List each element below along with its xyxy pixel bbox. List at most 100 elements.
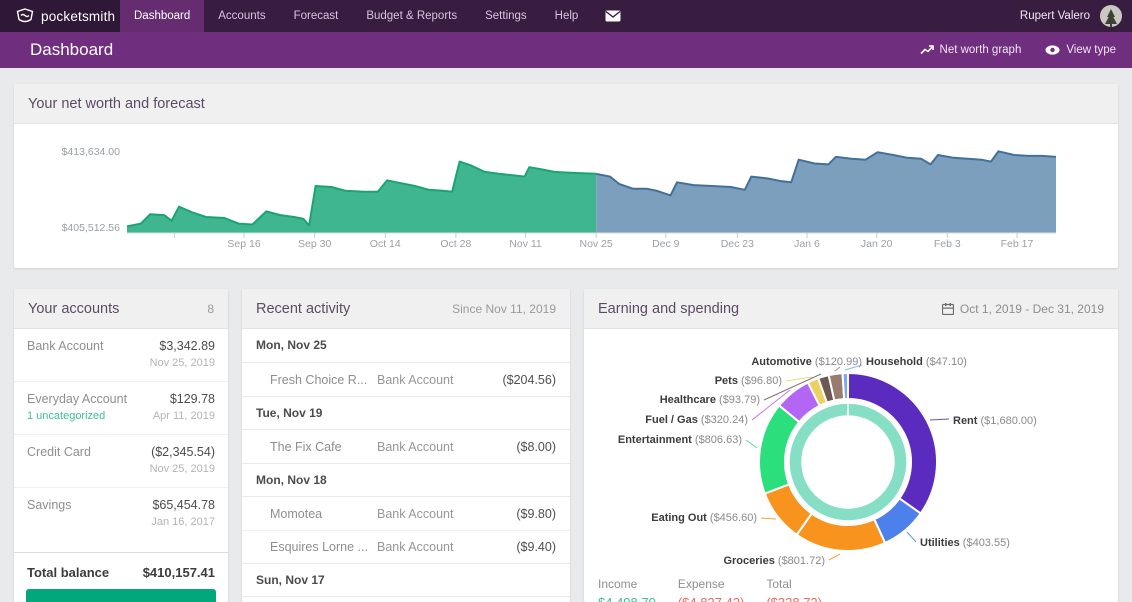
account-row[interactable]: Everyday Account $129.78 1 uncategorized Ap… (14, 382, 228, 435)
income-ring-segment[interactable] (789, 403, 907, 521)
transaction-account: Bank Account (375, 373, 502, 387)
page-header: Dashboard Net worth graph View type (0, 32, 1132, 68)
transaction-amount: ($8.00) (516, 440, 556, 454)
transaction-amount: ($204.56) (502, 373, 556, 387)
total-balance-label: Total balance (27, 565, 109, 580)
calendar-icon (942, 303, 954, 315)
nav-tabs: DashboardAccountsForecastBudget & Report… (120, 0, 592, 32)
net-worth-panel-header: Your net worth and forecast (14, 84, 1118, 124)
avatar[interactable] (1100, 5, 1122, 27)
date-range[interactable]: Oct 1, 2019 - Dec 31, 2019 (942, 302, 1104, 316)
uncategorized-badge[interactable]: 1 uncategorized (27, 410, 105, 422)
recent-activity-panel: Recent activity Since Nov 11, 2019 Mon, … (242, 289, 570, 602)
expense-value: ($4,827.42) (678, 595, 745, 602)
transaction-merchant[interactable]: Fresh Choice R... (270, 373, 375, 387)
total-balance-row: Total balance $410,157.41 (14, 552, 228, 592)
recent-activity-header: Recent activity Since Nov 11, 2019 (242, 289, 570, 329)
nav-tab-settings[interactable]: Settings (471, 0, 541, 32)
nav-tab-help[interactable]: Help (541, 0, 593, 32)
view-type-button[interactable]: View type (1045, 44, 1116, 56)
leader-line (845, 365, 862, 370)
transaction-merchant[interactable]: The Fix Cafe (270, 440, 375, 454)
account-balance: $3,342.89 (159, 339, 215, 353)
net-worth-graph-button[interactable]: Net worth graph (920, 44, 1022, 56)
transaction-account: Bank Account (375, 440, 516, 454)
activity-list: Mon, Nov 25Fresh Choice R...Bank Account… (242, 329, 570, 602)
eye-icon (1045, 45, 1060, 55)
account-balance: $65,454.78 (152, 498, 215, 512)
transaction-merchant[interactable]: Momotea (270, 507, 375, 521)
pocketsmith-shield-icon (16, 8, 34, 24)
line-graph-icon (920, 45, 934, 55)
accounts-count-badge: 8 (207, 302, 214, 316)
net-worth-panel: Your net worth and forecast Sep 16Sep 30… (14, 84, 1118, 268)
donut-svg (584, 329, 1118, 589)
transaction-amount: ($9.80) (516, 507, 556, 521)
net-worth-chart[interactable]: Sep 16Sep 30Oct 14Oct 28Nov 11Nov 25Dec … (14, 124, 1118, 268)
mail-button[interactable] (592, 0, 634, 32)
accounts-panel-header: Your accounts 8 (14, 289, 228, 329)
net-worth-svg (14, 124, 1118, 268)
leader-line (930, 419, 949, 420)
transaction-merchant[interactable]: Esquires Lorne ... (270, 540, 375, 554)
leader-line (835, 367, 840, 371)
account-name[interactable]: Savings (27, 498, 71, 512)
account-last-updated: Nov 25, 2019 (150, 463, 215, 475)
account-row[interactable]: Credit Card ($2,345.54) Nov 25, 2019 (14, 435, 228, 488)
account-balance: ($2,345.54) (151, 445, 215, 459)
activity-date-header: Mon, Nov 18 (242, 463, 570, 497)
account-row[interactable]: Savings $65,454.78 Jan 16, 2017 (14, 488, 228, 540)
transaction-row[interactable]: MomoteaBank Account($9.80) (242, 497, 570, 530)
spending-donut-chart[interactable] (584, 329, 1118, 589)
account-balance: $129.78 (170, 392, 215, 406)
nav-tab-budget-reports[interactable]: Budget & Reports (352, 0, 471, 32)
expense-label: Expense (678, 577, 745, 591)
envelope-icon (605, 10, 621, 22)
earning-spending-title: Earning and spending (598, 301, 739, 317)
transaction-row[interactable]: The Fix CafeBank Account($8.00) (242, 430, 570, 463)
account-last-updated: Jan 16, 2017 (151, 516, 215, 528)
account-name[interactable]: Bank Account (27, 339, 103, 353)
leader-line (907, 532, 916, 542)
top-nav: pocketsmith DashboardAccountsForecastBud… (0, 0, 1132, 32)
leader-line (829, 554, 840, 560)
activity-date-header: Mon, Nov 25 (242, 329, 570, 363)
recent-activity-title: Recent activity (256, 301, 350, 317)
brand-name: pocketsmith (41, 9, 115, 24)
page-title: Dashboard (30, 40, 113, 60)
recent-activity-since: Since Nov 11, 2019 (452, 302, 556, 316)
transaction-row[interactable] (242, 597, 570, 602)
income-label: Income (598, 577, 656, 591)
net-worth-title: Your net worth and forecast (28, 96, 205, 112)
transaction-row[interactable]: Fresh Choice R...Bank Account($204.56) (242, 363, 570, 396)
leader-line (761, 518, 776, 519)
total-balance-value: $410,157.41 (143, 565, 215, 580)
slice-household[interactable] (843, 373, 848, 399)
pocketsmith-logo[interactable]: pocketsmith (0, 0, 120, 32)
transaction-account: Bank Account (375, 540, 516, 554)
activity-date-header: Sun, Nov 17 (242, 563, 570, 597)
go-to-accounts-button[interactable]: Go to accounts (26, 589, 216, 602)
account-last-updated: Apr 11, 2019 (153, 410, 215, 422)
leader-line (746, 440, 757, 448)
user-name[interactable]: Rupert Valero (1020, 10, 1090, 22)
account-name[interactable]: Everyday Account (27, 392, 127, 406)
accounts-list: Bank Account $3,342.89 Nov 25, 2019 Everyda… (14, 329, 228, 540)
activity-date-header: Tue, Nov 19 (242, 396, 570, 430)
income-value: $4,498.70 (598, 595, 656, 602)
total-value: ($328.72) (766, 595, 822, 602)
accounts-title: Your accounts (28, 301, 119, 317)
account-row[interactable]: Bank Account $3,342.89 Nov 25, 2019 (14, 329, 228, 382)
transaction-row[interactable]: Esquires Lorne ...Bank Account($9.40) (242, 530, 570, 563)
transaction-amount: ($9.40) (516, 540, 556, 554)
nav-tab-forecast[interactable]: Forecast (280, 0, 353, 32)
account-last-updated: Nov 25, 2019 (150, 357, 215, 369)
income-expense-legend: Income $4,498.70 Expense ($4,827.42) Tot… (598, 577, 822, 602)
account-name[interactable]: Credit Card (27, 445, 91, 459)
transaction-account: Bank Account (375, 507, 516, 521)
earning-spending-panel: Earning and spending Oct 1, 2019 - Dec 3… (584, 289, 1118, 602)
nav-tab-accounts[interactable]: Accounts (204, 0, 279, 32)
accounts-panel: Your accounts 8 Bank Account $3,342.89 Nov… (14, 289, 228, 602)
earning-spending-header: Earning and spending Oct 1, 2019 - Dec 3… (584, 289, 1118, 329)
nav-tab-dashboard[interactable]: Dashboard (120, 0, 204, 32)
